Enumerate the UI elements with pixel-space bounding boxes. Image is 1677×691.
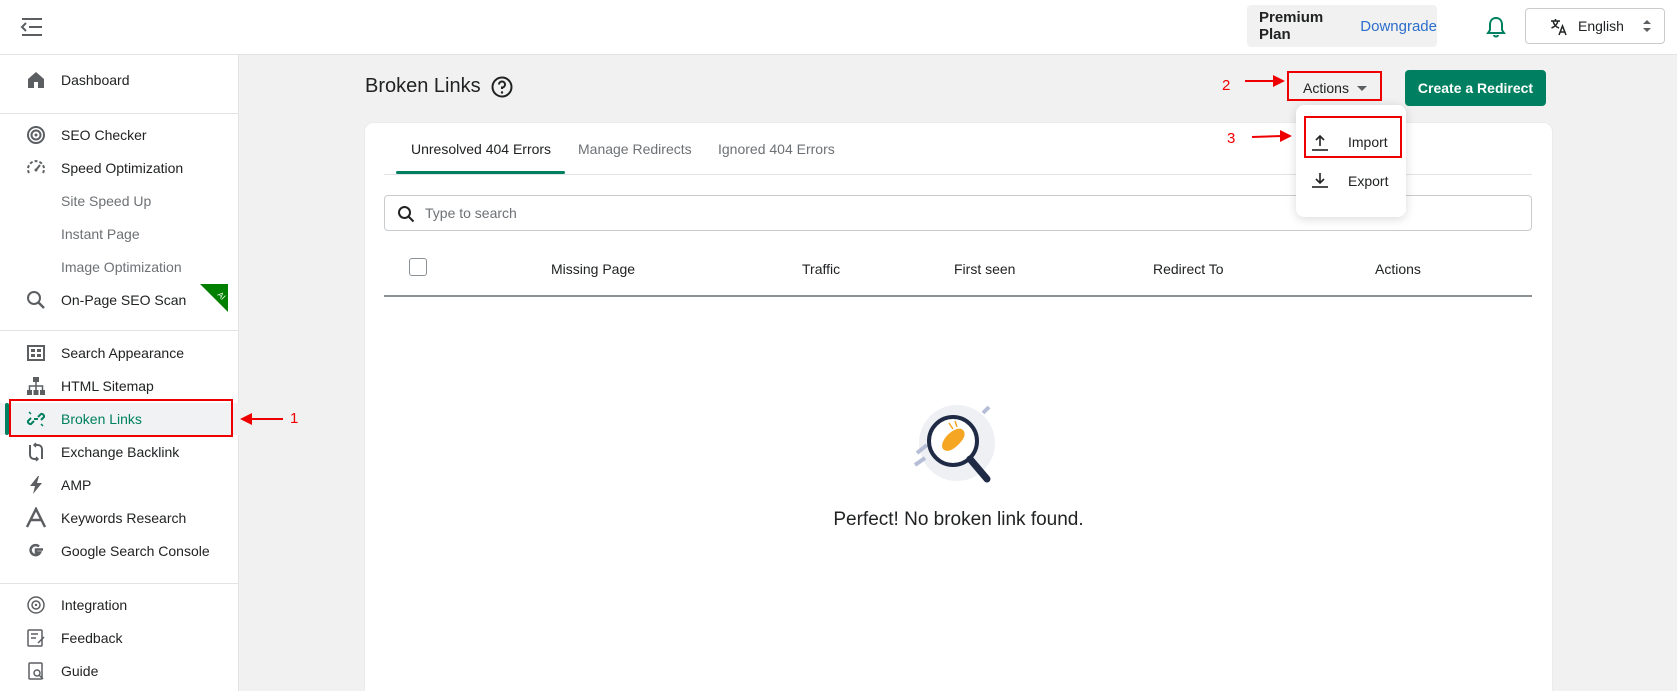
search-icon bbox=[25, 289, 47, 311]
create-redirect-button[interactable]: Create a Redirect bbox=[1405, 70, 1546, 106]
letter-a-icon bbox=[25, 507, 47, 529]
sidebar-item-site-speed-up[interactable]: Site Speed Up bbox=[0, 185, 239, 217]
annotation-box-actions bbox=[1287, 71, 1382, 101]
google-icon bbox=[25, 540, 47, 562]
annotation-box-broken-links bbox=[9, 399, 233, 437]
sidebar: Dashboard SEO Checker Speed Optimization… bbox=[0, 55, 239, 691]
plan-box: Premium Plan Downgrade bbox=[1247, 5, 1437, 47]
annotation-arrow-right-icon bbox=[1245, 75, 1285, 87]
annotation-number-1: 1 bbox=[290, 410, 299, 427]
table-header: Missing Page Traffic First seen Redirect… bbox=[384, 241, 1532, 297]
sidebar-item-keywords-research[interactable]: Keywords Research bbox=[0, 502, 239, 534]
search-icon bbox=[398, 206, 415, 223]
select-all-checkbox[interactable] bbox=[409, 258, 427, 276]
language-select[interactable]: English bbox=[1525, 8, 1665, 44]
sidebar-item-label: Site Speed Up bbox=[61, 193, 152, 209]
sidebar-divider bbox=[0, 330, 239, 331]
download-icon bbox=[1312, 173, 1328, 188]
home-icon bbox=[25, 69, 47, 91]
menu-collapse-icon[interactable] bbox=[20, 16, 44, 38]
sidebar-item-label: HTML Sitemap bbox=[61, 378, 154, 394]
target-icon bbox=[25, 124, 47, 146]
tab-manage-redirects[interactable]: Manage Redirects bbox=[578, 141, 692, 157]
integration-icon bbox=[25, 594, 47, 616]
sidebar-item-label: Integration bbox=[61, 597, 128, 613]
sidebar-item-label: Feedback bbox=[61, 630, 123, 646]
sidebar-item-label: Instant Page bbox=[61, 226, 140, 242]
ai-badge-icon: AI bbox=[200, 284, 228, 312]
top-bar: Premium Plan Downgrade English bbox=[0, 0, 1677, 55]
sidebar-item-label: Exchange Backlink bbox=[61, 444, 180, 460]
annotation-number-3: 3 bbox=[1227, 130, 1236, 147]
sidebar-item-speed-optimization[interactable]: Speed Optimization bbox=[0, 152, 239, 184]
sidebar-item-label: Dashboard bbox=[61, 72, 130, 88]
active-tab-indicator bbox=[396, 171, 565, 174]
page-title: Broken Links bbox=[365, 75, 513, 98]
sidebar-item-google-search-console[interactable]: Google Search Console bbox=[0, 535, 239, 567]
layout-icon bbox=[25, 342, 47, 364]
sidebar-item-exchange-backlink[interactable]: Exchange Backlink bbox=[0, 436, 239, 468]
sidebar-item-label: SEO Checker bbox=[61, 127, 147, 143]
column-first-seen: First seen bbox=[954, 261, 1016, 277]
tab-unresolved-404[interactable]: Unresolved 404 Errors bbox=[411, 141, 551, 157]
sidebar-item-on-page-seo-scan[interactable]: On-Page SEO Scan AI bbox=[0, 284, 239, 316]
bell-icon[interactable] bbox=[1485, 15, 1507, 39]
sidebar-item-feedback[interactable]: Feedback bbox=[0, 622, 239, 654]
column-redirect-to: Redirect To bbox=[1153, 261, 1224, 277]
feedback-icon bbox=[25, 627, 47, 649]
sidebar-item-label: On-Page SEO Scan bbox=[61, 292, 187, 308]
tab-ignored-404[interactable]: Ignored 404 Errors bbox=[718, 141, 835, 157]
gauge-icon bbox=[25, 157, 47, 179]
language-label: English bbox=[1578, 18, 1624, 34]
sidebar-item-label: Speed Optimization bbox=[61, 160, 184, 176]
column-missing-page: Missing Page bbox=[551, 261, 636, 277]
help-icon[interactable] bbox=[491, 76, 513, 98]
guide-icon bbox=[25, 660, 47, 682]
sidebar-item-guide[interactable]: Guide bbox=[0, 655, 239, 687]
annotation-number-2: 2 bbox=[1222, 77, 1231, 94]
sitemap-icon bbox=[25, 375, 47, 397]
sidebar-item-amp[interactable]: AMP bbox=[0, 469, 239, 501]
sidebar-divider bbox=[0, 583, 239, 584]
sidebar-item-label: Image Optimization bbox=[61, 259, 182, 275]
bolt-icon bbox=[25, 474, 47, 496]
plan-name: Premium Plan bbox=[1259, 9, 1324, 43]
sidebar-item-label: AMP bbox=[61, 477, 92, 493]
page-title-text: Broken Links bbox=[365, 75, 481, 97]
downgrade-link[interactable]: Downgrade bbox=[1360, 18, 1437, 35]
sidebar-item-image-optimization[interactable]: Image Optimization bbox=[0, 251, 239, 283]
sidebar-item-integration[interactable]: Integration bbox=[0, 589, 239, 621]
sidebar-item-seo-checker[interactable]: SEO Checker bbox=[0, 119, 239, 151]
annotation-arrow-left-icon bbox=[240, 413, 283, 425]
magnifier-illustration-icon bbox=[913, 405, 995, 483]
annotation-arrow-right-icon bbox=[1252, 130, 1292, 142]
sidebar-item-search-appearance[interactable]: Search Appearance bbox=[0, 337, 239, 369]
empty-state-message: Perfect! No broken link found. bbox=[833, 509, 1084, 530]
sidebar-item-label: Search Appearance bbox=[61, 345, 184, 361]
sidebar-item-dashboard[interactable]: Dashboard bbox=[0, 64, 239, 96]
updown-chevron-icon bbox=[1643, 20, 1651, 32]
column-traffic: Traffic bbox=[802, 261, 841, 277]
sidebar-item-html-sitemap[interactable]: HTML Sitemap bbox=[0, 370, 239, 402]
sidebar-item-label: Google Search Console bbox=[61, 543, 210, 559]
sidebar-item-label: Guide bbox=[61, 663, 99, 679]
column-actions: Actions bbox=[1375, 261, 1421, 277]
translate-icon bbox=[1551, 19, 1567, 36]
sidebar-divider bbox=[0, 113, 239, 114]
dropdown-item-label: Export bbox=[1348, 173, 1389, 189]
sidebar-item-instant-page[interactable]: Instant Page bbox=[0, 218, 239, 250]
dropdown-item-export[interactable]: Export bbox=[1296, 162, 1406, 200]
sidebar-item-label: Keywords Research bbox=[61, 510, 187, 526]
exchange-icon bbox=[25, 441, 47, 463]
annotation-box-import bbox=[1304, 116, 1402, 158]
